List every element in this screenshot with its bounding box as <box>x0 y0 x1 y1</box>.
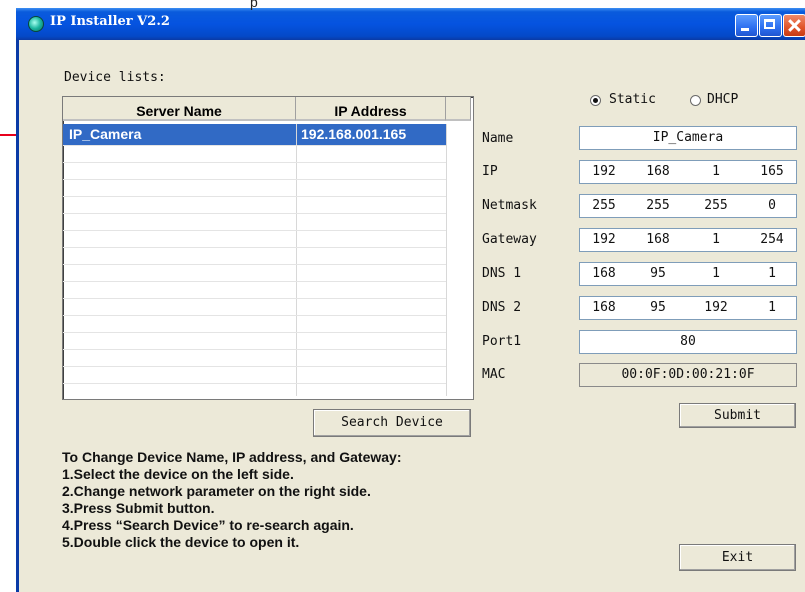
ip-label: IP <box>482 164 498 179</box>
device-list-label: Device lists: <box>64 70 166 85</box>
instruction-step-4: 4.Press “Search Device” to re-search aga… <box>62 517 354 533</box>
port1-field[interactable]: 80 <box>579 330 797 354</box>
gateway-octet-3[interactable]: 1 <box>696 232 736 247</box>
gateway-label: Gateway <box>482 232 537 247</box>
close-button[interactable] <box>783 14 805 37</box>
row-server-name: IP_Camera <box>69 126 142 142</box>
ip-octet-2[interactable]: 168 <box>638 164 678 179</box>
netmask-octet-4[interactable]: 0 <box>752 198 792 213</box>
static-radio[interactable] <box>590 95 601 106</box>
exit-button[interactable]: Exit <box>679 544 796 571</box>
dns1-octet-1[interactable]: 168 <box>584 266 624 281</box>
ip-octet-1[interactable]: 192 <box>584 164 624 179</box>
instructions-heading: To Change Device Name, IP address, and G… <box>62 449 402 465</box>
gateway-octet-4[interactable]: 254 <box>752 232 792 247</box>
submit-button[interactable]: Submit <box>679 403 796 428</box>
window-title: IP Installer V2.2 <box>50 14 170 29</box>
dns2-octet-4[interactable]: 1 <box>752 300 792 315</box>
mac-label: MAC <box>482 367 506 382</box>
cropped-heading-text: p <box>250 0 258 10</box>
instruction-step-1: 1.Select the device on the left side. <box>62 466 294 482</box>
dns1-octet-4[interactable]: 1 <box>752 266 792 281</box>
name-field-value: IP_Camera <box>652 130 724 145</box>
row-ip-address: 192.168.001.165 <box>301 126 407 142</box>
name-label: Name <box>482 131 514 146</box>
column-header-filler <box>446 97 471 121</box>
mac-field: 00:0F:0D:00:21:0F <box>579 363 797 387</box>
netmask-label: Netmask <box>482 198 537 213</box>
dns2-octet-1[interactable]: 168 <box>584 300 624 315</box>
netmask-field[interactable]: 255 255 255 0 <box>579 194 797 218</box>
netmask-octet-2[interactable]: 255 <box>638 198 678 213</box>
port1-label: Port1 <box>482 334 522 349</box>
dns1-octet-3[interactable]: 1 <box>696 266 736 281</box>
gateway-octet-2[interactable]: 168 <box>638 232 678 247</box>
maximize-button[interactable] <box>759 14 782 37</box>
dhcp-radio-label: DHCP <box>707 92 739 107</box>
minimize-button[interactable] <box>735 14 758 37</box>
dns2-label: DNS 2 <box>482 300 522 315</box>
dns1-field[interactable]: 168 95 1 1 <box>579 262 797 286</box>
app-icon[interactable] <box>28 16 44 32</box>
name-field[interactable]: IP_Camera <box>579 126 797 150</box>
static-radio-label: Static <box>609 92 656 107</box>
netmask-octet-1[interactable]: 255 <box>584 198 624 213</box>
gateway-field[interactable]: 192 168 1 254 <box>579 228 797 252</box>
dns2-octet-3[interactable]: 192 <box>696 300 736 315</box>
ip-field[interactable]: 192 168 1 165 <box>579 160 797 184</box>
column-header-ip-address[interactable]: IP Address <box>296 97 446 121</box>
dhcp-radio[interactable] <box>690 95 701 106</box>
dns1-octet-2[interactable]: 95 <box>638 266 678 281</box>
instruction-step-3: 3.Press Submit button. <box>62 500 215 516</box>
gateway-octet-1[interactable]: 192 <box>584 232 624 247</box>
ip-octet-3[interactable]: 1 <box>696 164 736 179</box>
mac-value: 00:0F:0D:00:21:0F <box>621 367 755 382</box>
ip-octet-4[interactable]: 165 <box>752 164 792 179</box>
dns2-octet-2[interactable]: 95 <box>638 300 678 315</box>
netmask-octet-3[interactable]: 255 <box>696 198 736 213</box>
instruction-step-2: 2.Change network parameter on the right … <box>62 483 371 499</box>
search-device-button[interactable]: Search Device <box>313 409 471 437</box>
column-header-server-name[interactable]: Server Name <box>63 97 296 121</box>
port1-value: 80 <box>680 334 696 349</box>
dns2-field[interactable]: 168 95 192 1 <box>579 296 797 320</box>
instruction-step-5: 5.Double click the device to open it. <box>62 534 300 550</box>
dns1-label: DNS 1 <box>482 266 522 281</box>
